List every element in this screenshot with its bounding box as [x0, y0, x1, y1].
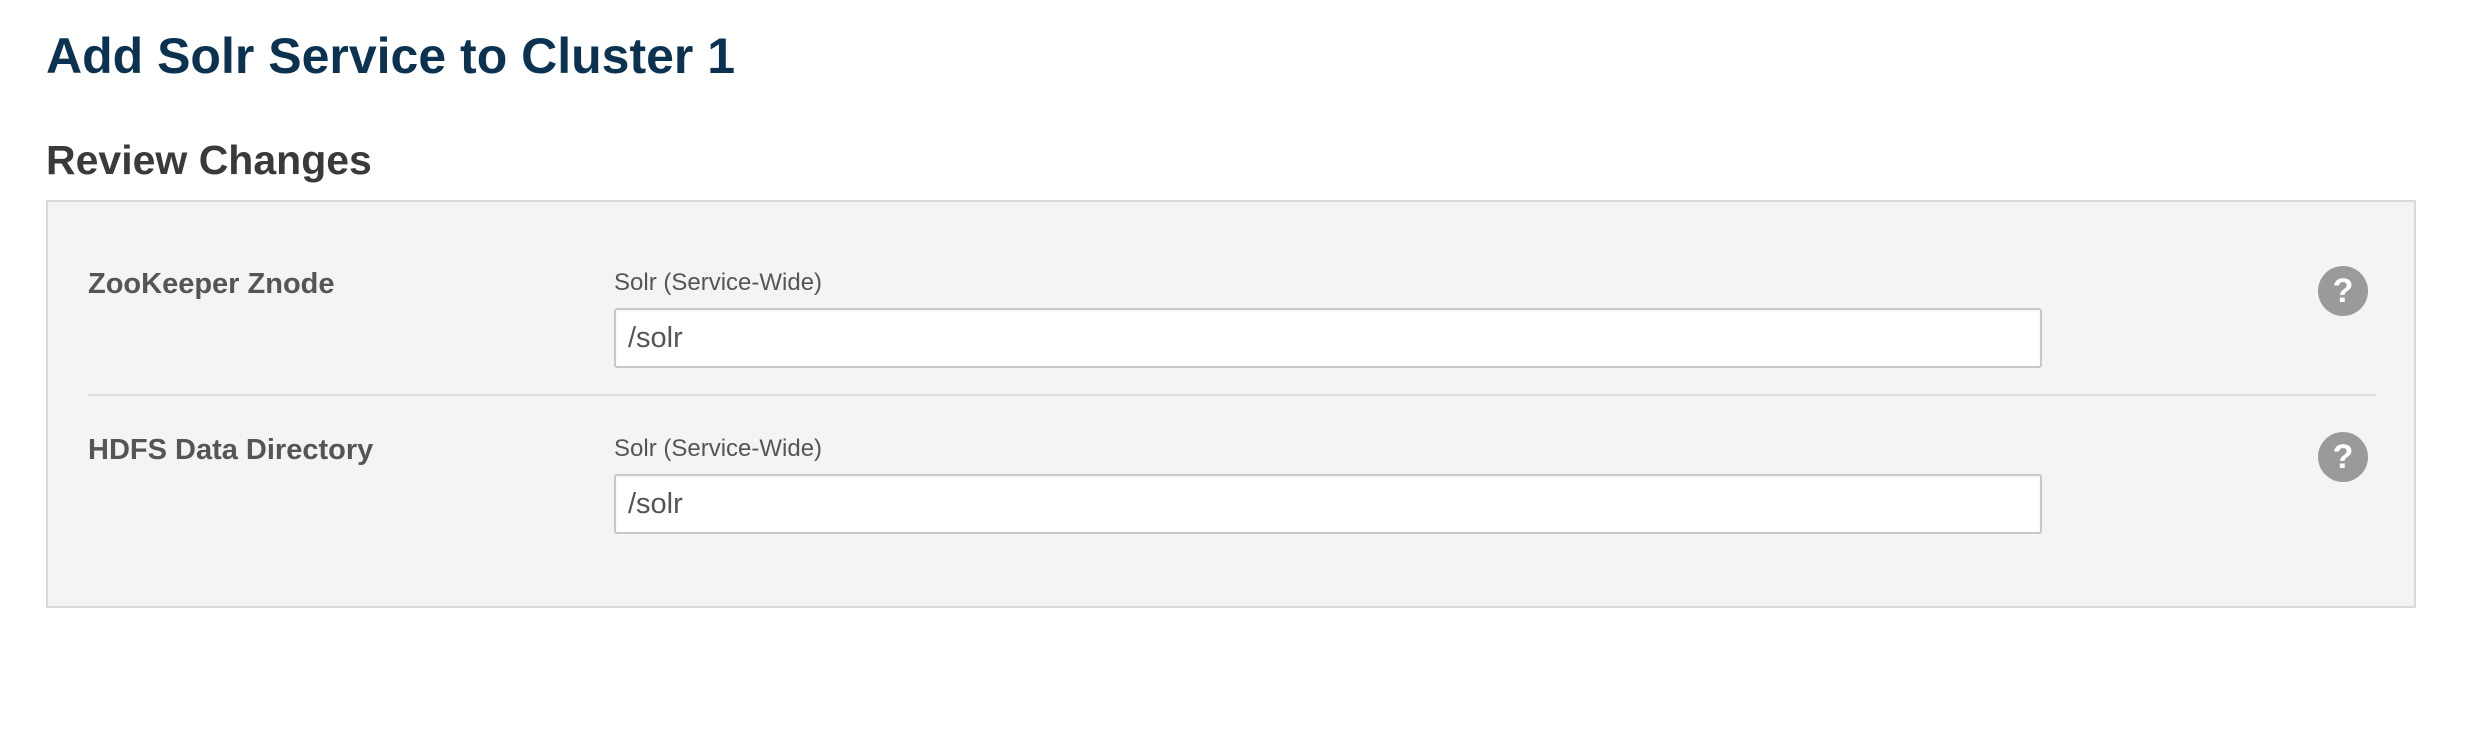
review-changes-heading: Review Changes [46, 137, 372, 183]
setting-name: HDFS Data Directory [88, 434, 374, 466]
help-icon[interactable]: ? [2318, 432, 2368, 482]
config-row-hdfs-data-directory: HDFS Data Directory Solr (Service-Wide) … [88, 430, 2376, 596]
page-title: Add Solr Service to Cluster 1 [46, 28, 736, 84]
scope-label: Solr (Service-Wide) [614, 435, 823, 462]
setting-name: ZooKeeper Znode [88, 268, 335, 300]
page: Add Solr Service to Cluster 1 Review Cha… [0, 0, 2468, 748]
review-changes-panel: ZooKeeper Znode Solr (Service-Wide) ? HD… [46, 200, 2416, 608]
scope-label: Solr (Service-Wide) [614, 269, 823, 296]
zookeeper-znode-input[interactable] [614, 308, 2042, 368]
help-icon[interactable]: ? [2318, 266, 2368, 316]
hdfs-data-directory-input[interactable] [614, 474, 2042, 534]
row-divider [88, 394, 2376, 396]
config-row-zookeeper-znode: ZooKeeper Znode Solr (Service-Wide) ? [88, 264, 2376, 430]
